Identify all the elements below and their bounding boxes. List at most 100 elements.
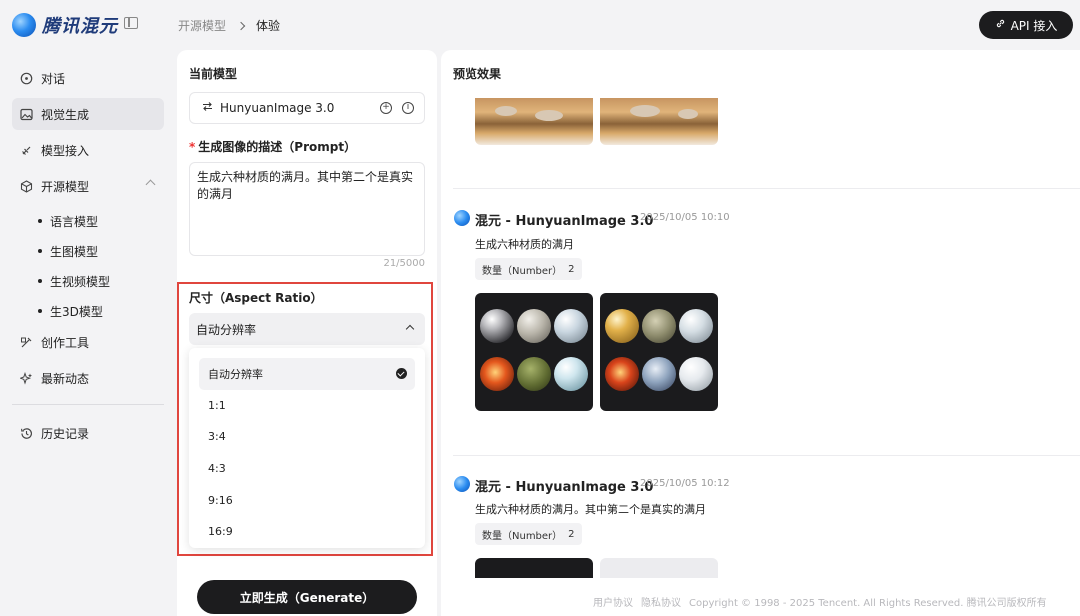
entry-prompt: 生成六种材质的满月	[475, 238, 574, 251]
plug-icon	[20, 144, 33, 157]
prompt-label-text: 生成图像的描述（Prompt）	[198, 140, 357, 154]
sidebar-subitem-label: 语言模型	[50, 214, 99, 229]
breadcrumb: 开源模型 体验	[178, 17, 280, 34]
tag-label: 数量（Number）	[482, 530, 563, 542]
aspect-option-label: 16:9	[208, 525, 233, 539]
prompt-textarea[interactable]: 生成六种材质的满月。其中第二个是真实的满月	[189, 162, 425, 256]
chat-icon	[20, 72, 33, 85]
sidebar-item-label: 开源模型	[41, 179, 90, 194]
aspect-option-auto[interactable]: 自动分辨率	[199, 358, 415, 390]
generated-image[interactable]	[600, 98, 718, 145]
chevron-up-icon	[145, 179, 156, 190]
footer: 用户协议 隐私协议 Copyright © 1998 - 2025 Tencen…	[593, 594, 1047, 609]
required-marker: *	[189, 140, 196, 154]
prompt-char-count: 21/5000	[383, 258, 425, 269]
hunyuan-logo-icon	[12, 13, 36, 37]
tag-value: 2	[568, 528, 575, 540]
sidebar-item-creation-tools[interactable]: 创作工具	[12, 326, 164, 358]
aspect-option-label: 9:16	[208, 493, 233, 507]
bullet-icon	[38, 309, 42, 313]
entry-prompt: 生成六种材质的满月。其中第二个是真实的满月	[475, 503, 706, 516]
footer-link-privacy[interactable]: 隐私协议	[641, 594, 681, 609]
link-icon	[995, 18, 1006, 32]
sparkle-icon	[20, 371, 33, 385]
sidebar-item-label: 历史记录	[41, 426, 90, 441]
bullet-icon	[38, 279, 42, 283]
image-icon	[20, 108, 33, 121]
number-tag: 数量（Number） 2	[475, 523, 582, 545]
sidebar-subitem-label: 生图模型	[50, 244, 99, 259]
sidebar-item-label: 视觉生成	[41, 107, 90, 122]
aspect-ratio-select[interactable]: 自动分辨率	[189, 313, 425, 345]
info-icon[interactable]: i	[402, 102, 414, 114]
aspect-option-1-1[interactable]: 1:1	[199, 390, 415, 422]
footer-copyright: Copyright © 1998 - 2025 Tencent. All Rig…	[689, 598, 1047, 609]
breadcrumb-current: 体验	[256, 19, 281, 33]
entry-divider	[453, 188, 1080, 189]
sidebar-subitem-image-models[interactable]: 生图模型	[12, 236, 164, 266]
aspect-option-16-9[interactable]: 16:9	[199, 516, 415, 548]
sidebar-subitem-3d-models[interactable]: 生3D模型	[12, 296, 164, 326]
brand-logo[interactable]: 腾讯混元	[12, 12, 118, 38]
sidebar-subitem-language-models[interactable]: 语言模型	[12, 206, 164, 236]
model-actions: + i	[380, 102, 414, 114]
generated-image[interactable]	[475, 558, 593, 578]
api-access-button[interactable]: API 接入	[979, 11, 1073, 39]
entry-title: 混元 - HunyuanImage 3.0	[475, 480, 654, 495]
settings-panel: 当前模型 HunyuanImage 3.0 + i * 生成图像的描述（Promp…	[177, 50, 437, 616]
generated-image[interactable]	[600, 558, 718, 578]
breadcrumb-parent[interactable]: 开源模型	[178, 17, 226, 34]
current-model-title: 当前模型	[189, 67, 238, 81]
sidebar-item-latest-news[interactable]: 最新动态	[12, 362, 164, 394]
generated-image[interactable]	[475, 98, 593, 145]
api-access-label: API 接入	[1010, 18, 1058, 33]
aspect-option-label: 4:3	[208, 462, 226, 476]
check-circle-icon	[396, 368, 407, 379]
model-selector[interactable]: HunyuanImage 3.0 + i	[189, 92, 425, 124]
hunyuan-avatar-icon	[454, 210, 470, 226]
footer-link-user-agreement[interactable]: 用户协议	[593, 594, 633, 609]
preview-title: 预览效果	[453, 67, 502, 81]
aspect-option-4-3[interactable]: 4:3	[199, 453, 415, 485]
aspect-option-label: 1:1	[208, 398, 226, 412]
entry-timestamp: 2025/10/05 10:10	[640, 212, 730, 223]
aspect-option-label: 3:4	[208, 430, 226, 444]
swap-icon	[202, 101, 213, 115]
sidebar-subitem-video-models[interactable]: 生视频模型	[12, 266, 164, 296]
cube-icon	[20, 179, 33, 193]
wand-icon	[20, 336, 33, 349]
sidebar-item-chat[interactable]: 对话	[12, 62, 164, 94]
sidebar-item-open-source-models[interactable]: 开源模型	[12, 170, 164, 202]
entry-timestamp: 2025/10/05 10:12	[640, 478, 730, 489]
sidebar-item-visual-generation[interactable]: 视觉生成	[12, 98, 164, 130]
aspect-option-3-4[interactable]: 3:4	[199, 421, 415, 453]
sidebar-item-model-access[interactable]: 模型接入	[12, 134, 164, 166]
entry-title: 混元 - HunyuanImage 3.0	[475, 214, 654, 229]
aspect-ratio-label: 尺寸（Aspect Ratio）	[189, 291, 323, 305]
sidebar-subitem-label: 生视频模型	[50, 274, 111, 289]
aspect-ratio-dropdown: 自动分辨率 1:1 3:4 4:3 9:16 16:9	[189, 348, 425, 548]
add-model-icon[interactable]: +	[380, 102, 392, 114]
sidebar-item-label: 模型接入	[41, 143, 90, 158]
prompt-label: * 生成图像的描述（Prompt）	[189, 138, 356, 155]
sidebar-item-history[interactable]: 历史记录	[12, 417, 164, 449]
chevron-up-icon	[405, 324, 415, 334]
aspect-option-9-16[interactable]: 9:16	[199, 484, 415, 516]
preview-panel: 预览效果 混元 - HunyuanImage 3.0 2025/10/05 10…	[441, 50, 1080, 616]
generated-image[interactable]	[475, 293, 593, 411]
aspect-option-label: 自动分辨率	[208, 367, 263, 381]
chevron-right-icon	[236, 21, 246, 30]
hunyuan-avatar-icon	[454, 476, 470, 492]
sidebar: 腾讯混元 对话 视觉生成 模型接入 开源模型 语言模型 生图模型 生视频模型 生…	[0, 0, 176, 616]
sidebar-toggle-icon[interactable]	[124, 17, 138, 29]
sidebar-subitem-label: 生3D模型	[50, 304, 103, 319]
sidebar-item-label: 创作工具	[41, 335, 90, 350]
model-name: HunyuanImage 3.0	[220, 101, 335, 115]
generate-button[interactable]: 立即生成（Generate）	[197, 580, 417, 614]
bullet-icon	[38, 249, 42, 253]
brand-name: 腾讯混元	[42, 16, 118, 37]
generated-image[interactable]	[600, 293, 718, 411]
aspect-ratio-selected-value: 自动分辨率	[196, 322, 257, 337]
number-tag: 数量（Number） 2	[475, 258, 582, 280]
history-icon	[20, 427, 33, 440]
